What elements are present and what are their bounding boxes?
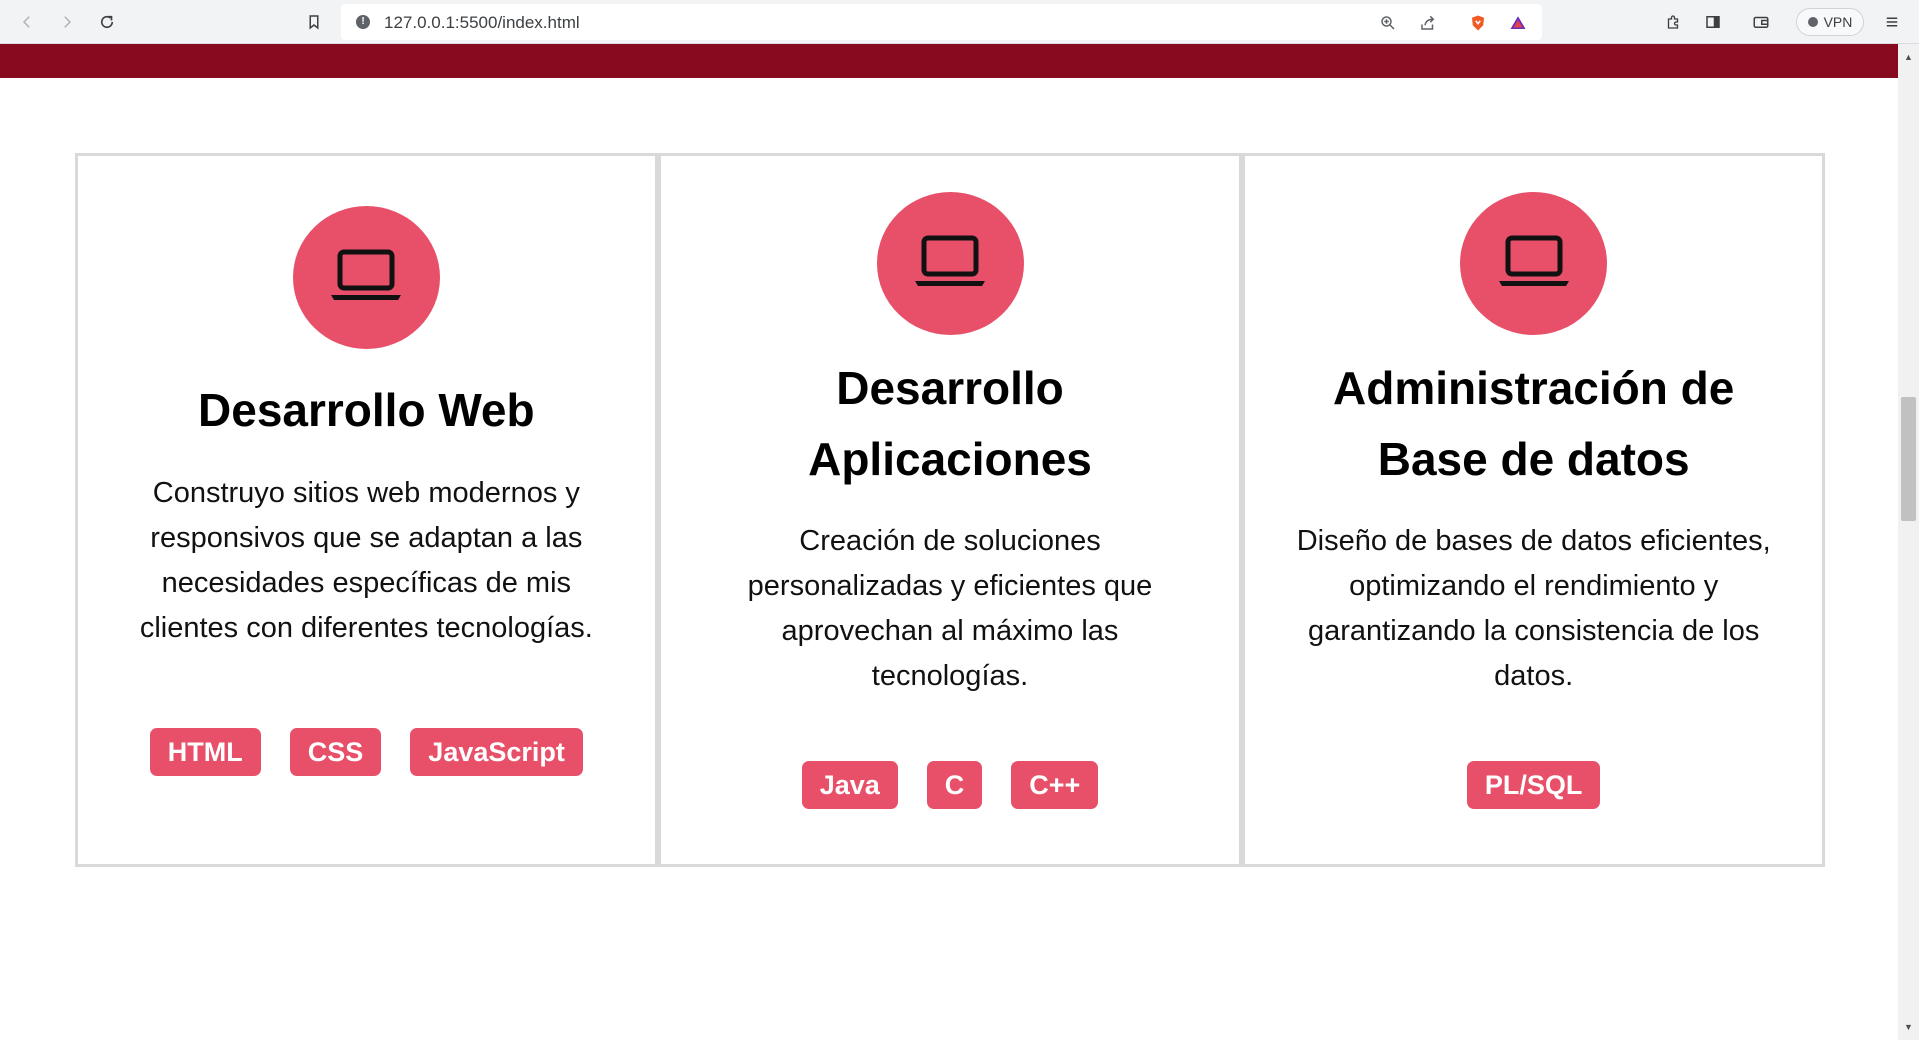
laptop-icon <box>912 230 988 297</box>
service-card-web: Desarrollo Web Construyo sitios web mode… <box>75 153 658 867</box>
share-icon[interactable] <box>1417 12 1439 34</box>
tech-tags: HTML CSS JavaScript <box>149 728 583 776</box>
address-bar[interactable]: ! 127.0.0.1:5500/index.html <box>341 4 1542 40</box>
brave-rewards-icon[interactable] <box>1507 12 1529 34</box>
service-title: Desarrollo Aplicaciones <box>808 362 1092 485</box>
service-title: Administración de Base de datos <box>1333 362 1735 485</box>
vertical-scrollbar[interactable]: ▲ ▼ <box>1898 44 1919 1040</box>
laptop-icon <box>1496 230 1572 297</box>
service-icon-circle <box>1460 192 1608 335</box>
service-card-apps: Desarrollo Aplicaciones Creación de solu… <box>657 153 1243 867</box>
scroll-down-icon[interactable]: ▼ <box>1898 1018 1919 1036</box>
laptop-icon <box>328 244 404 311</box>
tech-tag: C++ <box>1011 761 1099 809</box>
sidebar-icon[interactable] <box>1700 9 1726 35</box>
tech-tag: PL/SQL <box>1466 761 1601 809</box>
reload-icon[interactable] <box>94 9 120 35</box>
services-section: Desarrollo Web Construyo sitios web mode… <box>75 153 1826 867</box>
scroll-up-icon[interactable]: ▲ <box>1898 48 1919 66</box>
vpn-label: VPN <box>1823 14 1853 30</box>
service-description: Construyo sitios web modernos y responsi… <box>139 477 593 644</box>
tech-tag: HTML <box>149 728 261 776</box>
zoom-icon[interactable] <box>1377 12 1399 34</box>
back-icon[interactable] <box>14 9 40 35</box>
service-title: Desarrollo Web <box>198 384 535 436</box>
vpn-button[interactable]: VPN <box>1796 8 1864 36</box>
menu-icon[interactable] <box>1879 9 1905 35</box>
tech-tags: PL/SQL <box>1466 761 1601 809</box>
service-card-database: Administración de Base de datos Diseño d… <box>1242 153 1826 867</box>
tech-tag: JavaScript <box>410 728 583 776</box>
wallet-icon[interactable] <box>1748 9 1774 35</box>
tech-tag: Java <box>801 761 898 809</box>
service-description: Creación de soluciones personalizadas y … <box>747 525 1153 692</box>
service-icon-circle <box>292 206 440 349</box>
header-band <box>0 44 1898 78</box>
forward-icon[interactable] <box>54 9 80 35</box>
site-info-icon[interactable]: ! <box>356 15 370 29</box>
browser-toolbar: ! 127.0.0.1:5500/index.html VPN <box>0 0 1919 44</box>
service-icon-circle <box>876 192 1024 335</box>
tech-tags: Java C C++ <box>801 761 1099 809</box>
brave-shield-icon[interactable] <box>1467 12 1489 34</box>
url-text[interactable]: 127.0.0.1:5500/index.html <box>384 13 580 33</box>
service-description: Diseño de bases de datos eficientes, opt… <box>1296 525 1771 692</box>
tech-tag: C <box>926 761 983 809</box>
vpn-status-icon <box>1807 17 1818 27</box>
tech-tag: CSS <box>289 728 382 776</box>
extensions-icon[interactable] <box>1660 9 1686 35</box>
scroll-thumb[interactable] <box>1901 397 1916 521</box>
bookmark-icon[interactable] <box>301 9 327 35</box>
